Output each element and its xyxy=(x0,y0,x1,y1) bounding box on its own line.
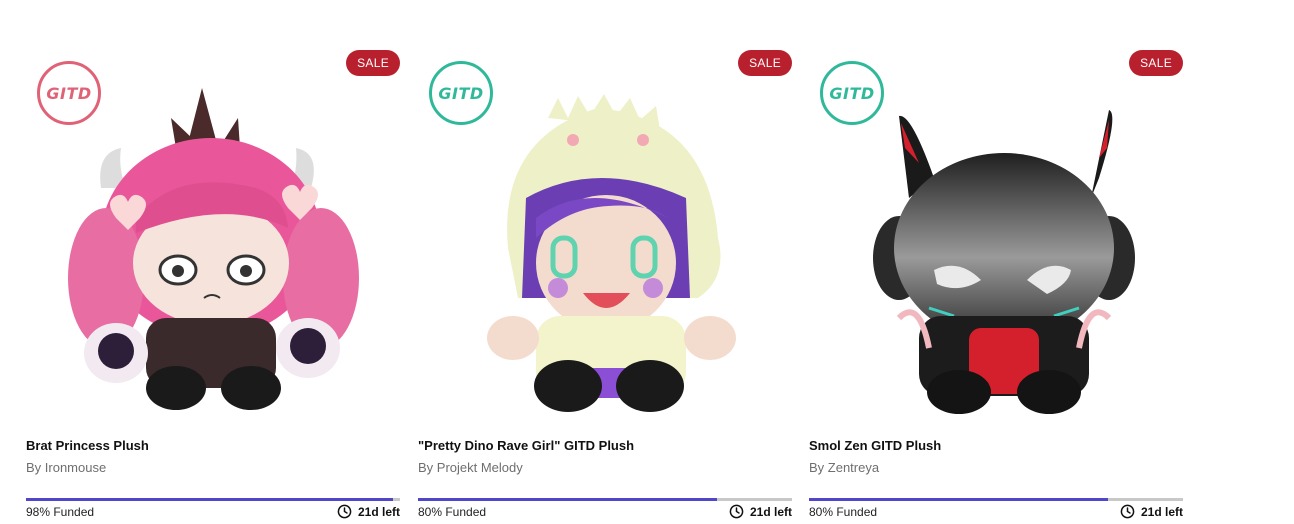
product-card[interactable]: SALE GITD Smol Zen GITD Plush By Zentrey… xyxy=(809,0,1183,524)
time-left-label: 21d left xyxy=(749,504,792,519)
funded-percent: 98% Funded xyxy=(26,505,95,519)
time-left: 21d left xyxy=(729,504,792,519)
product-creator: By Projekt Melody xyxy=(418,460,523,475)
time-left-label: 21d left xyxy=(1140,504,1183,519)
funding-progress-bar xyxy=(26,498,400,501)
product-card[interactable]: SALE GITD "Pretty Dino Rave Girl" GITD P… xyxy=(418,0,792,524)
product-image-link[interactable]: SALE GITD xyxy=(26,48,400,418)
time-left: 21d left xyxy=(1120,504,1183,519)
clock-icon xyxy=(337,504,352,519)
sale-badge: SALE xyxy=(738,50,792,76)
gitd-badge: GITD xyxy=(820,61,884,125)
funded-percent: 80% Funded xyxy=(418,505,487,519)
product-image-link[interactable]: SALE GITD xyxy=(809,48,1183,418)
product-creator: By Zentreya xyxy=(809,460,880,475)
funding-progress-bar xyxy=(809,498,1183,501)
sale-badge: SALE xyxy=(1129,50,1183,76)
product-creator: By Ironmouse xyxy=(26,460,107,475)
product-title[interactable]: Brat Princess Plush xyxy=(26,438,149,453)
sale-badge: SALE xyxy=(346,50,400,76)
funding-progress-fill xyxy=(809,498,1109,501)
gitd-badge: GITD xyxy=(37,61,101,125)
product-title[interactable]: "Pretty Dino Rave Girl" GITD Plush xyxy=(418,438,634,453)
product-grid: SALE GITD Brat Princess Plush By Ironmou… xyxy=(26,0,1186,524)
product-title[interactable]: Smol Zen GITD Plush xyxy=(809,438,941,453)
funding-progress-bar xyxy=(418,498,792,501)
time-left-label: 21d left xyxy=(357,504,400,519)
funding-progress-fill xyxy=(418,498,718,501)
time-left: 21d left xyxy=(337,504,400,519)
product-card[interactable]: SALE GITD Brat Princess Plush By Ironmou… xyxy=(26,0,400,524)
product-image-link[interactable]: SALE GITD xyxy=(418,48,792,418)
gitd-badge: GITD xyxy=(429,61,493,125)
funding-progress-fill xyxy=(26,498,393,501)
clock-icon xyxy=(1120,504,1135,519)
funded-percent: 80% Funded xyxy=(809,505,878,519)
clock-icon xyxy=(729,504,744,519)
